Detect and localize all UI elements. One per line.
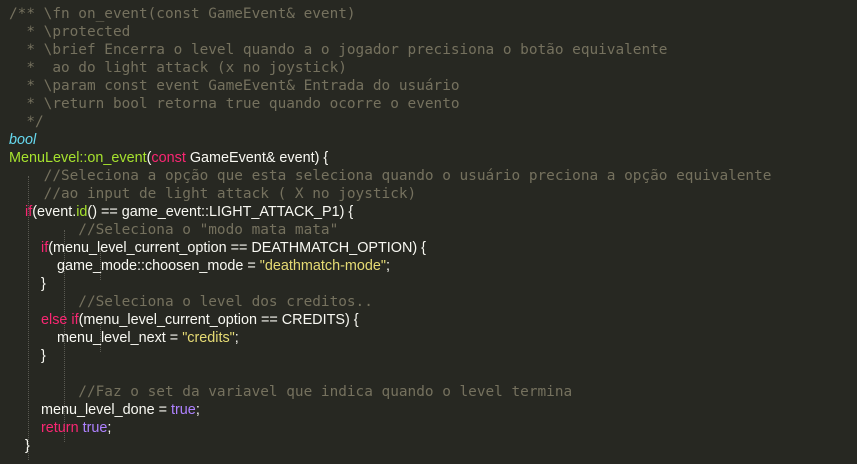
code-line: } <box>9 347 46 365</box>
code-token: (menu_level_current_option == CREDITS) { <box>78 312 359 328</box>
code-token: ; <box>386 258 391 274</box>
code-line: menu_level_done = true; <box>9 401 200 419</box>
code-line: //ao input de light attack ( X no joysti… <box>9 185 417 203</box>
code-line: //Faz o set da variavel que indica quand… <box>9 383 572 401</box>
code-line: * \param const event GameEvent& Entrada … <box>9 77 460 95</box>
code-token: menu_level_next = <box>9 330 183 346</box>
code-line: //Seleciona o level dos creditos.. <box>9 293 373 311</box>
code-token: const <box>151 150 186 166</box>
code-line: } <box>9 275 46 293</box>
code-line: /** \fn on_event(const GameEvent& event) <box>9 5 356 23</box>
code-token: bool <box>9 132 37 148</box>
code-token: * \return bool retorna true quando ocorr… <box>9 96 460 112</box>
code-token: ; <box>107 420 112 436</box>
code-token: * \protected <box>9 24 131 40</box>
code-editor[interactable]: /** \fn on_event(const GameEvent& event)… <box>0 0 857 464</box>
code-line: * \return bool retorna true quando ocorr… <box>9 95 460 113</box>
code-line: if(event.id() == game_event::LIGHT_ATTAC… <box>9 203 353 221</box>
code-token: //ao input de light attack ( X no joysti… <box>9 186 417 202</box>
code-token: //Faz o set da variavel que indica quand… <box>9 384 573 400</box>
code-token: (event. <box>32 204 77 220</box>
code-token: game_mode::choosen_mode = <box>9 258 260 274</box>
code-token: } <box>9 276 46 292</box>
code-token: } <box>9 348 46 364</box>
code-token: //Seleciona o "modo mata mata" <box>9 222 339 238</box>
code-token: menu_level_done = <box>9 402 172 418</box>
code-token: * ao do light attack (x no joystick) <box>9 60 347 76</box>
code-token: /** \fn on_event(const GameEvent& event) <box>9 6 356 22</box>
code-line: MenuLevel::on_event(const GameEvent& eve… <box>9 149 328 167</box>
code-line: menu_level_next = "credits"; <box>9 329 239 347</box>
code-token: * \param const event GameEvent& Entrada … <box>9 78 460 94</box>
code-line: return true; <box>9 419 111 437</box>
code-token: //Seleciona a opção que esta seleciona q… <box>9 168 772 184</box>
code-line: game_mode::choosen_mode = "deathmatch-mo… <box>9 257 390 275</box>
code-token: (menu_level_current_option == DEATHMATCH… <box>48 240 426 256</box>
code-token: * \brief Encerra o level quando a o joga… <box>9 42 668 58</box>
code-token: ; <box>234 330 239 346</box>
code-token: true <box>82 420 108 436</box>
code-token: return <box>41 420 79 436</box>
code-token: else if <box>41 312 79 328</box>
code-token: GameEvent& event) { <box>185 150 329 166</box>
code-line: if(menu_level_current_option == DEATHMAT… <box>9 239 426 257</box>
code-line: else if(menu_level_current_option == CRE… <box>9 311 359 329</box>
code-line: } <box>9 437 30 455</box>
code-token: () == game_event::LIGHT_ATTACK_P1) { <box>87 204 354 220</box>
code-token: id <box>76 204 88 220</box>
code-token: //Seleciona o level dos creditos.. <box>9 294 373 310</box>
code-line: //Seleciona a opção que esta seleciona q… <box>9 167 772 185</box>
code-token: "credits" <box>182 330 235 346</box>
code-token: "deathmatch-mode" <box>259 258 387 274</box>
code-line: //Seleciona o "modo mata mata" <box>9 221 338 239</box>
code-token: ; <box>195 402 200 418</box>
code-line: * \brief Encerra o level quando a o joga… <box>9 41 667 59</box>
code-line: * ao do light attack (x no joystick) <box>9 59 347 77</box>
code-token: } <box>9 438 30 454</box>
code-token: true <box>171 402 196 418</box>
code-token: */ <box>9 114 44 130</box>
code-line: * \protected <box>9 23 130 41</box>
code-line: bool <box>9 131 36 149</box>
code-token: MenuLevel::on_event <box>9 150 147 166</box>
code-line: */ <box>9 113 44 131</box>
